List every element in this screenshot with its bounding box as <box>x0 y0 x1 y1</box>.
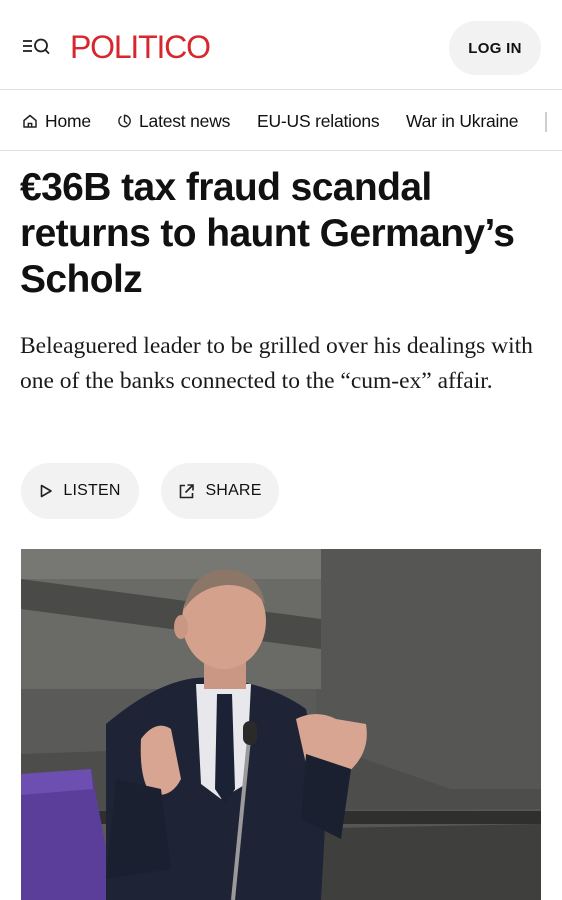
share-icon <box>180 483 195 498</box>
share-button[interactable]: SHARE <box>161 463 279 519</box>
home-icon <box>23 114 37 128</box>
politico-logo[interactable]: POLITICO <box>70 25 211 69</box>
clock-icon <box>118 114 131 128</box>
share-label: SHARE <box>205 482 262 499</box>
nav-item-home[interactable]: Home <box>22 91 91 150</box>
nav-divider <box>545 112 547 132</box>
nav-item-label: EU-US relations <box>257 110 380 131</box>
listen-label: LISTEN <box>63 482 121 499</box>
article-photo <box>21 549 541 900</box>
nav-item-latest-news[interactable]: Latest news <box>117 91 231 150</box>
nav-item-label: War in Ukraine <box>406 110 519 131</box>
menu-search-icon[interactable] <box>22 36 50 58</box>
nav-item-eu-us-relations[interactable]: EU-US relations <box>257 91 380 150</box>
nav-item-label: Latest news <box>139 110 231 131</box>
nav-item-war-in-ukraine[interactable]: War in Ukraine <box>406 91 519 150</box>
listen-button[interactable]: LISTEN <box>21 463 139 519</box>
login-button[interactable]: LOG IN <box>449 21 541 75</box>
site-header: POLITICO LOG IN <box>0 0 562 90</box>
article-headline: €36B tax fraud scandal returns to haunt … <box>20 166 515 301</box>
article-dek: Beleaguered leader to be grilled over hi… <box>20 333 533 394</box>
section-nav: Home Latest news EU-US relations War in … <box>0 91 562 151</box>
play-icon <box>41 484 53 498</box>
nav-item-label: Home <box>45 110 91 131</box>
